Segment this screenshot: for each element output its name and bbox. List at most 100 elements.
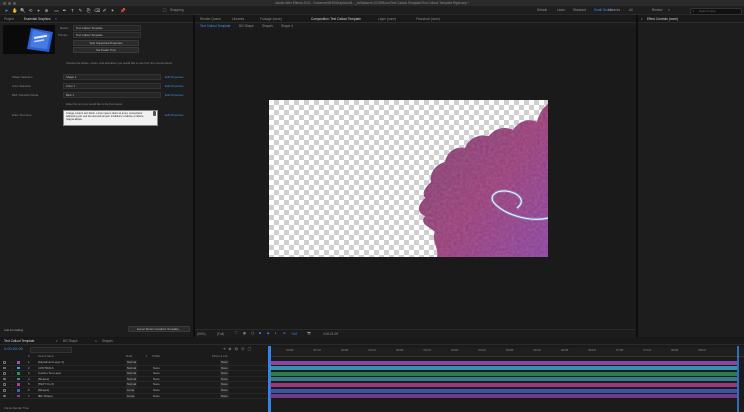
offset-icon[interactable]: ⊞	[283, 331, 286, 335]
solo-supported-properties-button[interactable]: Solo Supported Properties	[73, 40, 139, 46]
layer-mode-dropdown[interactable]: Normal	[126, 371, 138, 376]
layer-mode-dropdown[interactable]: Normal	[126, 382, 138, 387]
color-selection-dropdown[interactable]: Color 1	[63, 83, 161, 89]
roto-brush-tool-icon[interactable]: ✐	[102, 8, 107, 13]
layer-name[interactable]: CONTROLS	[38, 366, 54, 371]
camera-snapshot-icon[interactable]: ◙	[259, 331, 261, 335]
channel-icon[interactable]: ◆	[267, 331, 269, 335]
layer-duration-bar[interactable]	[270, 360, 737, 365]
graph-editor-icon[interactable]: ◎	[241, 346, 245, 352]
resolution-dropdown[interactable]: (Full)	[217, 332, 224, 336]
tab-composition[interactable]: Composition: Text Callout Template	[311, 17, 361, 21]
tab-essential-graphics[interactable]: Essential Graphics	[24, 17, 51, 21]
layer-mode-dropdown[interactable]: Luma	[126, 393, 135, 399]
layer-trkmat-dropdown[interactable]: None	[153, 377, 160, 382]
tab-layer[interactable]: Layer (none)	[378, 17, 396, 21]
tab-shapes[interactable]: Shapes	[102, 339, 113, 343]
layer-parent-dropdown[interactable]: None	[220, 365, 229, 371]
menu-icon[interactable]: ≡	[56, 339, 58, 343]
hand-tool-icon[interactable]: ✋	[12, 8, 18, 13]
layer-duration-bar[interactable]	[270, 377, 737, 382]
layer-trkmat-dropdown[interactable]: None	[153, 366, 160, 371]
workspace-all[interactable]: All	[629, 8, 633, 12]
blob-transition-dropdown[interactable]: Blob 1	[63, 92, 161, 98]
exposure-value[interactable]: +0.0	[291, 332, 297, 336]
expand-arrow-icon[interactable]: ›	[12, 377, 13, 382]
set-poster-time-button[interactable]: Set Poster Time	[73, 47, 139, 53]
expand-arrow-icon[interactable]: ›	[12, 371, 13, 376]
workspace-learn[interactable]: Learn	[557, 8, 565, 12]
workspace-default[interactable]: Default	[537, 8, 547, 12]
tab-libraries[interactable]: Libraries	[232, 17, 244, 21]
layer-duration-bar[interactable]	[270, 371, 737, 376]
layer-duration-bar[interactable]	[270, 394, 737, 399]
fit-icon[interactable]: ⛶	[235, 331, 237, 335]
layer-parent-dropdown[interactable]: None	[220, 360, 229, 365]
expand-arrow-icon[interactable]: ›	[12, 388, 13, 393]
pan-behind-tool-icon[interactable]: ⊕	[44, 8, 49, 13]
rotate-tool-icon[interactable]: ⟲	[28, 8, 33, 13]
workspace-overflow-icon[interactable]: »	[668, 8, 670, 12]
pen-tool-icon[interactable]: ✒	[62, 8, 67, 13]
label-color-swatch[interactable]	[17, 377, 20, 381]
puppet-pin-tool-icon[interactable]: 📌	[120, 8, 126, 13]
camera-tool-icon[interactable]: ⌖	[36, 8, 41, 13]
tab-project[interactable]: Project	[4, 17, 14, 21]
tab-text-callout-template[interactable]: Text Callout Template	[4, 339, 34, 343]
expand-arrow-icon[interactable]: ›	[12, 394, 13, 399]
crumb-bg-shape[interactable]: BG Shape	[239, 24, 254, 28]
menu-icon-2[interactable]: ≡	[95, 339, 97, 343]
motion-blur-icon[interactable]: ◍	[234, 346, 238, 352]
current-timecode[interactable]: 0:00:01:09	[323, 332, 338, 336]
composition-canvas[interactable]	[269, 100, 548, 257]
shape-selection-dropdown[interactable]: Shape 1	[63, 74, 161, 80]
label-color-swatch[interactable]	[17, 372, 20, 375]
layer-parent-dropdown[interactable]: None	[220, 393, 229, 399]
visibility-eye-icon[interactable]	[3, 366, 6, 370]
layer-name[interactable]: [Adjustment Layer 4]	[38, 360, 64, 365]
label-color-swatch[interactable]	[17, 394, 20, 398]
draft-3d-icon[interactable]: ▢	[247, 346, 251, 352]
layer-name[interactable]: Custom Text Layer	[38, 371, 61, 376]
textarea-scrollbar[interactable]	[153, 111, 156, 116]
layer-mode-dropdown[interactable]: Luma	[126, 388, 135, 393]
zoom-tool-icon[interactable]: 🔍	[20, 8, 26, 13]
primary-dropdown[interactable]: Text Callout Template	[73, 32, 141, 38]
color-edit-properties-link[interactable]: Edit Properties	[165, 84, 183, 88]
frame-blend-icon[interactable]: ◈	[228, 346, 231, 352]
visibility-eye-icon[interactable]	[3, 394, 6, 398]
grid-icon[interactable]: ▦	[243, 331, 246, 335]
tab-render-queue[interactable]: Render Queue	[200, 17, 221, 21]
export-mogrt-button[interactable]: Export Motion Graphics Template...	[128, 326, 190, 332]
crumb-shapes[interactable]: Shapes	[262, 24, 273, 28]
tab-effect-controls[interactable]: Effect Controls (none)	[647, 17, 678, 21]
color-management-icon[interactable]: ◐	[275, 331, 277, 335]
layer-trkmat-dropdown[interactable]: None	[153, 382, 160, 387]
label-color-swatch[interactable]	[17, 389, 20, 392]
snapping-checkbox-icon[interactable]: ☐	[162, 8, 167, 13]
zoom-dropdown[interactable]: (50%)	[197, 332, 206, 336]
shape-edit-properties-link[interactable]: Edit Properties	[165, 75, 183, 79]
layer-trkmat-dropdown[interactable]: None	[153, 388, 160, 393]
enter-text-textarea[interactable]: A large custom text block. Lorem ipsum d…	[63, 110, 158, 126]
menu-icon[interactable]: ≡	[641, 17, 643, 21]
table-row[interactable]: › 7 [BG Shape] Luma None None	[0, 393, 268, 400]
selection-tool-icon[interactable]: ➤	[4, 8, 9, 13]
layer-parent-dropdown[interactable]: None	[220, 382, 229, 387]
layer-parent-dropdown[interactable]: None	[220, 376, 229, 382]
rectangle-tool-icon[interactable]: ▭	[54, 8, 59, 13]
layer-mode-dropdown[interactable]: Normal	[126, 365, 138, 371]
current-time-display[interactable]: 0:00:00:00	[4, 346, 23, 351]
layer-duration-bar[interactable]	[270, 388, 737, 393]
shy-icon[interactable]: ⇥	[222, 346, 225, 352]
layer-duration-bar[interactable]	[270, 383, 737, 387]
mask-visibility-icon[interactable]: ◯	[251, 331, 255, 335]
layer-mode-dropdown[interactable]: Normal	[126, 360, 138, 365]
expand-arrow-icon[interactable]: ›	[12, 366, 13, 371]
label-color-swatch[interactable]	[17, 361, 20, 364]
layer-duration-bar[interactable]	[270, 366, 737, 371]
tab-bg-shape[interactable]: BG Shape	[63, 339, 78, 343]
tab-footage[interactable]: Footage (none)	[260, 17, 282, 21]
layer-trkmat-dropdown[interactable]: None	[153, 371, 160, 376]
puppet-tool-icon[interactable]: ✶	[110, 8, 115, 13]
